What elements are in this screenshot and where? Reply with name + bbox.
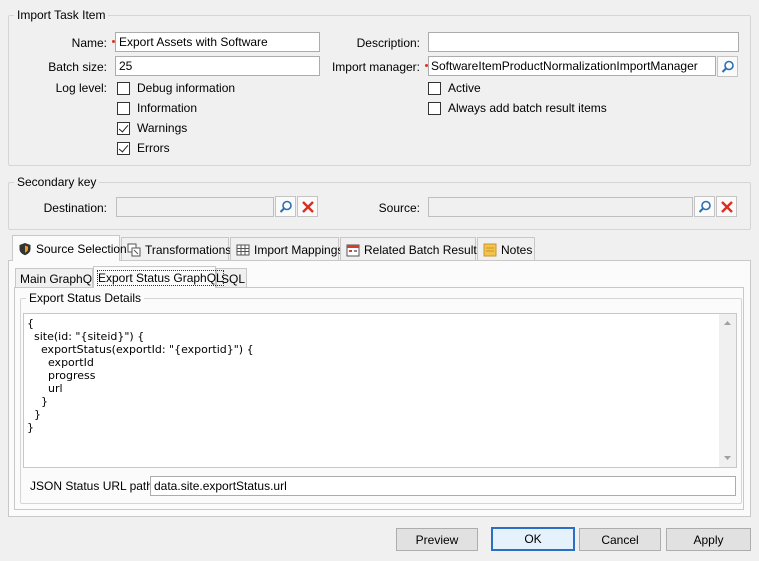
description-input[interactable] [428, 32, 739, 52]
log-information-label: Information [137, 101, 198, 115]
scroll-down-icon [724, 456, 731, 460]
tab-notes[interactable]: Notes [477, 237, 535, 261]
transform-icon [127, 243, 141, 257]
source-clear-button[interactable] [716, 196, 737, 217]
log-information-option[interactable]: Information [117, 100, 197, 116]
active-option[interactable]: Active [428, 80, 481, 96]
calendar-icon [346, 243, 360, 257]
apply-button[interactable]: Apply [666, 528, 751, 551]
description-label: Description: [356, 36, 420, 50]
query-editor-scrollbar[interactable] [719, 314, 736, 467]
name-label: Name: [71, 36, 107, 50]
log-errors-option[interactable]: Errors [117, 140, 170, 156]
import-manager-search-button[interactable] [717, 56, 738, 77]
destination-label: Destination: [43, 201, 107, 215]
log-warnings-option[interactable]: Warnings [117, 120, 187, 136]
search-icon [279, 200, 292, 213]
tab-source-selection[interactable]: Source Selection [12, 235, 127, 261]
source-label: Source: [378, 201, 420, 215]
log-warnings-checkbox[interactable] [117, 121, 130, 135]
scroll-up-icon [724, 321, 731, 325]
export-status-details-legend: Export Status Details [29, 291, 142, 305]
search-icon [721, 60, 734, 73]
batch-size-label: Batch size: [48, 60, 107, 74]
log-debug-label: Debug information [137, 81, 236, 95]
import-task-legend: Import Task Item [17, 8, 106, 22]
search-icon [698, 200, 711, 213]
log-information-checkbox[interactable] [117, 101, 130, 115]
tab-source-selection-label: Source Selection [36, 241, 127, 256]
json-status-url-path-label: JSON Status URL path: [30, 479, 157, 493]
note-icon [483, 243, 497, 257]
always-add-checkbox[interactable] [428, 101, 441, 115]
subtab-sql-label: SQL [221, 271, 246, 286]
tab-import-mappings[interactable]: Import Mappings [230, 237, 343, 261]
tab-notes-label: Notes [501, 242, 533, 257]
import-manager-input[interactable]: SoftwareItemProductNormalizationImportMa… [428, 56, 716, 76]
tab-transformations-label: Transformations [145, 242, 232, 257]
graphql-query-editor[interactable]: { site(id: "{siteid}") { exportStatus(ex… [23, 313, 737, 468]
source-input[interactable] [428, 197, 693, 217]
tab-transformations[interactable]: Transformations [121, 237, 232, 261]
tab-related-batch-results[interactable]: Related Batch Results [340, 237, 483, 261]
tab-import-mappings-label: Import Mappings [254, 242, 344, 257]
ok-button[interactable]: OK [491, 527, 575, 551]
delete-x-icon [301, 200, 314, 213]
batch-size-input[interactable]: 25 [115, 56, 320, 76]
log-debug-checkbox[interactable] [117, 81, 130, 95]
destination-clear-button[interactable] [297, 196, 318, 217]
grid-icon [236, 243, 250, 257]
json-status-url-path-input[interactable]: data.site.exportStatus.url [150, 476, 736, 496]
subtab-export-status-graphql[interactable]: Export Status GraphQL [93, 266, 224, 288]
subtab-export-status-graphql-label: Export Status GraphQL [97, 269, 224, 286]
preview-button[interactable]: Preview [396, 528, 478, 551]
import-manager-label: Import manager: [331, 60, 420, 74]
active-label: Active [448, 81, 481, 95]
destination-search-button[interactable] [275, 196, 296, 217]
destination-input[interactable] [116, 197, 274, 217]
cancel-button[interactable]: Cancel [579, 528, 661, 551]
log-level-label: Log level: [55, 81, 107, 95]
shield-icon [18, 242, 32, 256]
tab-related-batch-results-label: Related Batch Results [364, 242, 483, 257]
log-errors-label: Errors [137, 141, 170, 155]
always-add-label: Always add batch result items [448, 101, 607, 115]
log-warnings-label: Warnings [137, 121, 188, 135]
always-add-option[interactable]: Always add batch result items [428, 100, 607, 116]
subtab-main-graphql[interactable]: Main GraphQL [15, 268, 99, 288]
name-input[interactable]: Export Assets with Software [115, 32, 320, 52]
active-checkbox[interactable] [428, 81, 441, 95]
secondary-key-legend: Secondary key [17, 175, 97, 189]
subtab-main-graphql-label: Main GraphQL [20, 271, 99, 286]
log-debug-option[interactable]: Debug information [117, 80, 235, 96]
source-search-button[interactable] [694, 196, 715, 217]
log-errors-checkbox[interactable] [117, 141, 130, 155]
delete-x-icon [720, 200, 733, 213]
